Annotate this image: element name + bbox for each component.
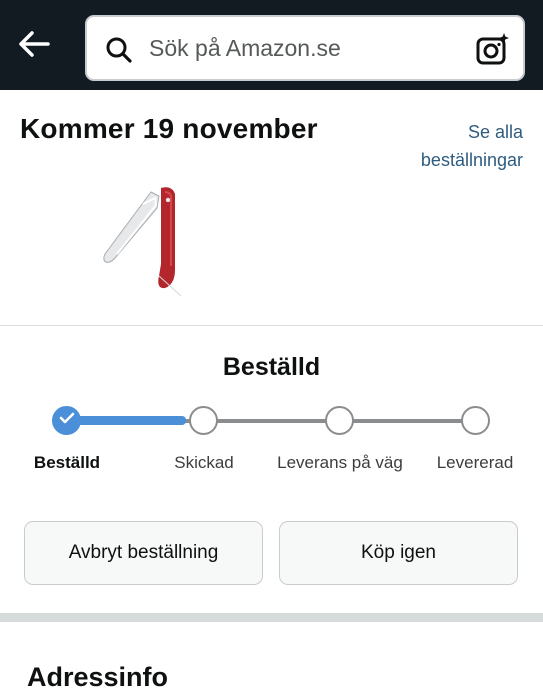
see-all-orders-link[interactable]: Se alla beställningar bbox=[383, 118, 523, 174]
search-bar[interactable] bbox=[85, 15, 525, 81]
camera-icon[interactable] bbox=[475, 31, 511, 67]
search-input[interactable] bbox=[149, 27, 469, 69]
back-arrow-icon bbox=[17, 30, 51, 63]
divider bbox=[0, 325, 543, 326]
step-label-delivered: Levererad bbox=[436, 453, 514, 472]
section-separator bbox=[0, 613, 543, 622]
cancel-order-button[interactable]: Avbryt beställning bbox=[24, 521, 263, 585]
step-delivered-marker bbox=[461, 406, 490, 435]
order-status-title: Beställd bbox=[222, 353, 321, 381]
delivery-date-title: Kommer 19 november bbox=[20, 113, 318, 144]
search-icon bbox=[105, 36, 133, 64]
step-shipped-marker bbox=[189, 406, 218, 435]
step-ordered-marker bbox=[52, 406, 81, 435]
step-label-shipped: Skickad bbox=[174, 453, 234, 472]
buy-again-button[interactable]: Köp igen bbox=[279, 521, 518, 585]
product-image[interactable] bbox=[95, 178, 195, 300]
step-label-out-for-delivery: Leverans på väg bbox=[277, 453, 403, 472]
address-info-heading: Adressinfo bbox=[27, 662, 169, 692]
top-bar bbox=[0, 0, 543, 90]
checkmark-icon bbox=[59, 411, 75, 430]
back-button[interactable] bbox=[14, 28, 54, 64]
progress-tracker bbox=[0, 400, 543, 446]
step-out-for-delivery-marker bbox=[325, 406, 354, 435]
progress-fill bbox=[66, 416, 186, 425]
step-label-ordered: Beställd bbox=[33, 453, 101, 472]
